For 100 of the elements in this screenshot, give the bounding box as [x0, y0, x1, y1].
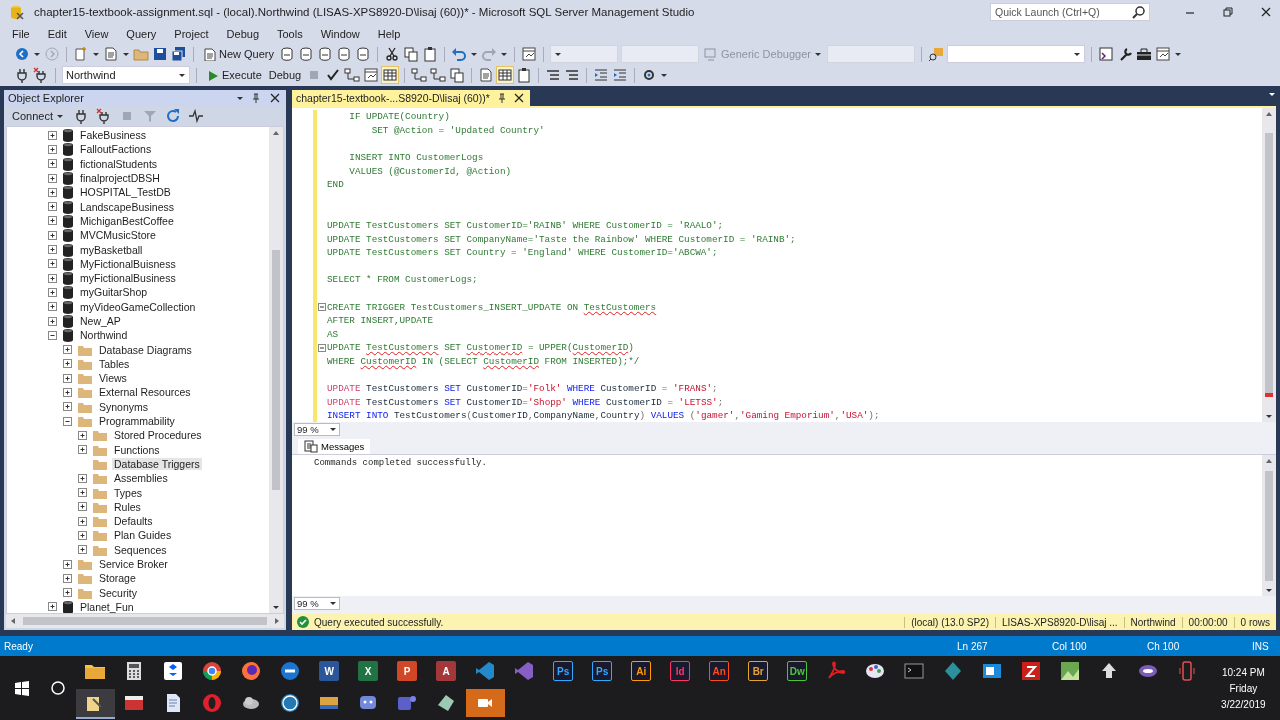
- document-tab[interactable]: chapter15-textbook-...S8920-D\lisaj (60))*: [292, 90, 530, 106]
- caret-icon[interactable]: [33, 50, 41, 58]
- tree-item[interactable]: External Resources: [97, 386, 193, 399]
- caret-icon[interactable]: [329, 425, 337, 433]
- tree-item[interactable]: Service Broker: [97, 558, 170, 571]
- tree-item[interactable]: New_AP: [78, 315, 123, 327]
- outdent-icon[interactable]: [593, 67, 610, 83]
- solution-explorer-icon[interactable]: [1097, 46, 1114, 62]
- tree-item[interactable]: Types: [112, 486, 144, 499]
- database-query-icon[interactable]: [317, 46, 334, 62]
- expand-icon[interactable]: [77, 529, 88, 541]
- app-icon[interactable]: P: [397, 661, 418, 681]
- expand-icon[interactable]: [47, 201, 58, 213]
- tree-item[interactable]: Database Diagrams: [97, 343, 194, 356]
- caret-icon[interactable]: [92, 50, 100, 58]
- caret-icon[interactable]: [500, 50, 509, 58]
- search-circle-icon[interactable]: [49, 680, 66, 696]
- caret-icon[interactable]: [56, 112, 64, 120]
- expand-icon[interactable]: [47, 315, 58, 327]
- save-icon[interactable]: [152, 46, 168, 62]
- expand-icon[interactable]: [77, 472, 88, 484]
- expand-icon[interactable]: [47, 286, 58, 298]
- app-icon[interactable]: X: [358, 661, 379, 681]
- new-query-button[interactable]: New Query: [200, 46, 277, 62]
- expand-icon[interactable]: [47, 258, 58, 270]
- caret-icon[interactable]: [470, 50, 479, 58]
- collapse-icon[interactable]: [318, 343, 326, 352]
- tree-item[interactable]: fictionalStudents: [78, 157, 160, 170]
- menu-item[interactable]: Window: [311, 28, 369, 40]
- check-icon[interactable]: [325, 67, 342, 83]
- search-icon[interactable]: [1131, 5, 1145, 19]
- expand-icon[interactable]: [47, 244, 58, 255]
- debug-button[interactable]: Debug: [266, 68, 304, 82]
- zoom-dropdown[interactable]: 99 %: [294, 422, 340, 436]
- menu-item[interactable]: Help: [368, 28, 410, 40]
- tree-item[interactable]: Security: [97, 586, 139, 599]
- expand-icon[interactable]: [77, 429, 88, 441]
- caret-icon[interactable]: [660, 71, 669, 79]
- database-query-icon[interactable]: [298, 46, 315, 62]
- tree-item[interactable]: Views: [97, 372, 129, 385]
- query-plan-icon[interactable]: [411, 67, 428, 83]
- windows-icon[interactable]: [363, 67, 380, 83]
- quick-launch-field[interactable]: Quick Launch (Ctrl+Q): [990, 3, 1150, 21]
- expand-icon[interactable]: [77, 487, 88, 499]
- tree-item[interactable]: Plan Guides: [112, 529, 174, 542]
- indent-icon[interactable]: [612, 67, 629, 83]
- tree-item[interactable]: Storage: [97, 572, 138, 585]
- results-icon[interactable]: [382, 67, 399, 83]
- save-all-icon[interactable]: [171, 46, 187, 62]
- tree-item[interactable]: FalloutFactions: [78, 143, 154, 156]
- app-icon[interactable]: A: [436, 661, 457, 681]
- app-icon[interactable]: An: [709, 661, 730, 681]
- tree-item[interactable]: myGuitarShop: [78, 286, 150, 299]
- expand-icon[interactable]: [62, 558, 73, 570]
- collapse-icon[interactable]: [62, 415, 73, 427]
- expand-icon[interactable]: [47, 129, 58, 141]
- vertical-scrollbar[interactable]: [1262, 455, 1276, 596]
- window-icon[interactable]: [1154, 46, 1171, 62]
- app-icon[interactable]: Br: [748, 661, 769, 681]
- statistics-icon[interactable]: [430, 67, 447, 83]
- database-dropdown[interactable]: Northwind: [62, 66, 190, 84]
- caret-icon[interactable]: [1265, 412, 1273, 420]
- expand-icon[interactable]: [77, 501, 88, 513]
- refresh-icon[interactable]: [165, 108, 181, 124]
- tree-item[interactable]: Northwind: [78, 329, 130, 342]
- caret-icon[interactable]: [329, 599, 337, 607]
- menu-item[interactable]: Tools: [268, 28, 312, 40]
- connect-icon[interactable]: [33, 67, 49, 83]
- query-plan-icon[interactable]: [344, 67, 361, 83]
- database-query-icon[interactable]: [336, 46, 353, 62]
- tree-item[interactable]: Assemblies: [112, 472, 170, 485]
- expand-icon[interactable]: [47, 158, 58, 170]
- expand-icon[interactable]: [62, 344, 73, 356]
- database-query-icon[interactable]: [279, 46, 296, 62]
- expand-icon[interactable]: [47, 301, 58, 313]
- tree-item[interactable]: myFictionalBusiness: [78, 272, 178, 285]
- expand-icon[interactable]: [62, 358, 73, 370]
- app-icon[interactable]: Ai: [631, 661, 652, 681]
- menu-item[interactable]: View: [75, 28, 118, 40]
- back-icon[interactable]: [14, 46, 30, 62]
- tree-item[interactable]: myBasketball: [78, 243, 145, 256]
- pin-icon[interactable]: [250, 92, 262, 104]
- execute-button[interactable]: Execute: [203, 67, 264, 83]
- plug-icon[interactable]: [14, 67, 30, 83]
- tree-item[interactable]: Tables: [97, 357, 132, 370]
- tree-item[interactable]: Database Triggers: [112, 457, 202, 470]
- collapse-icon[interactable]: [318, 303, 326, 312]
- tree-item[interactable]: Stored Procedures: [112, 429, 204, 442]
- expand-icon[interactable]: [47, 186, 58, 198]
- expand-icon[interactable]: [62, 572, 73, 584]
- caret-icon[interactable]: [236, 94, 244, 102]
- restore-icon[interactable]: [1221, 5, 1235, 19]
- uncomment-icon[interactable]: [564, 67, 581, 83]
- app-icon[interactable]: Dw: [787, 661, 808, 681]
- close-icon[interactable]: [268, 91, 282, 105]
- tree-item[interactable]: Synonyms: [97, 400, 151, 413]
- tree-item[interactable]: MVCMusicStore: [78, 229, 158, 242]
- expand-icon[interactable]: [47, 601, 58, 613]
- results-grid-icon[interactable]: [497, 67, 514, 83]
- menu-item[interactable]: Project: [165, 28, 218, 40]
